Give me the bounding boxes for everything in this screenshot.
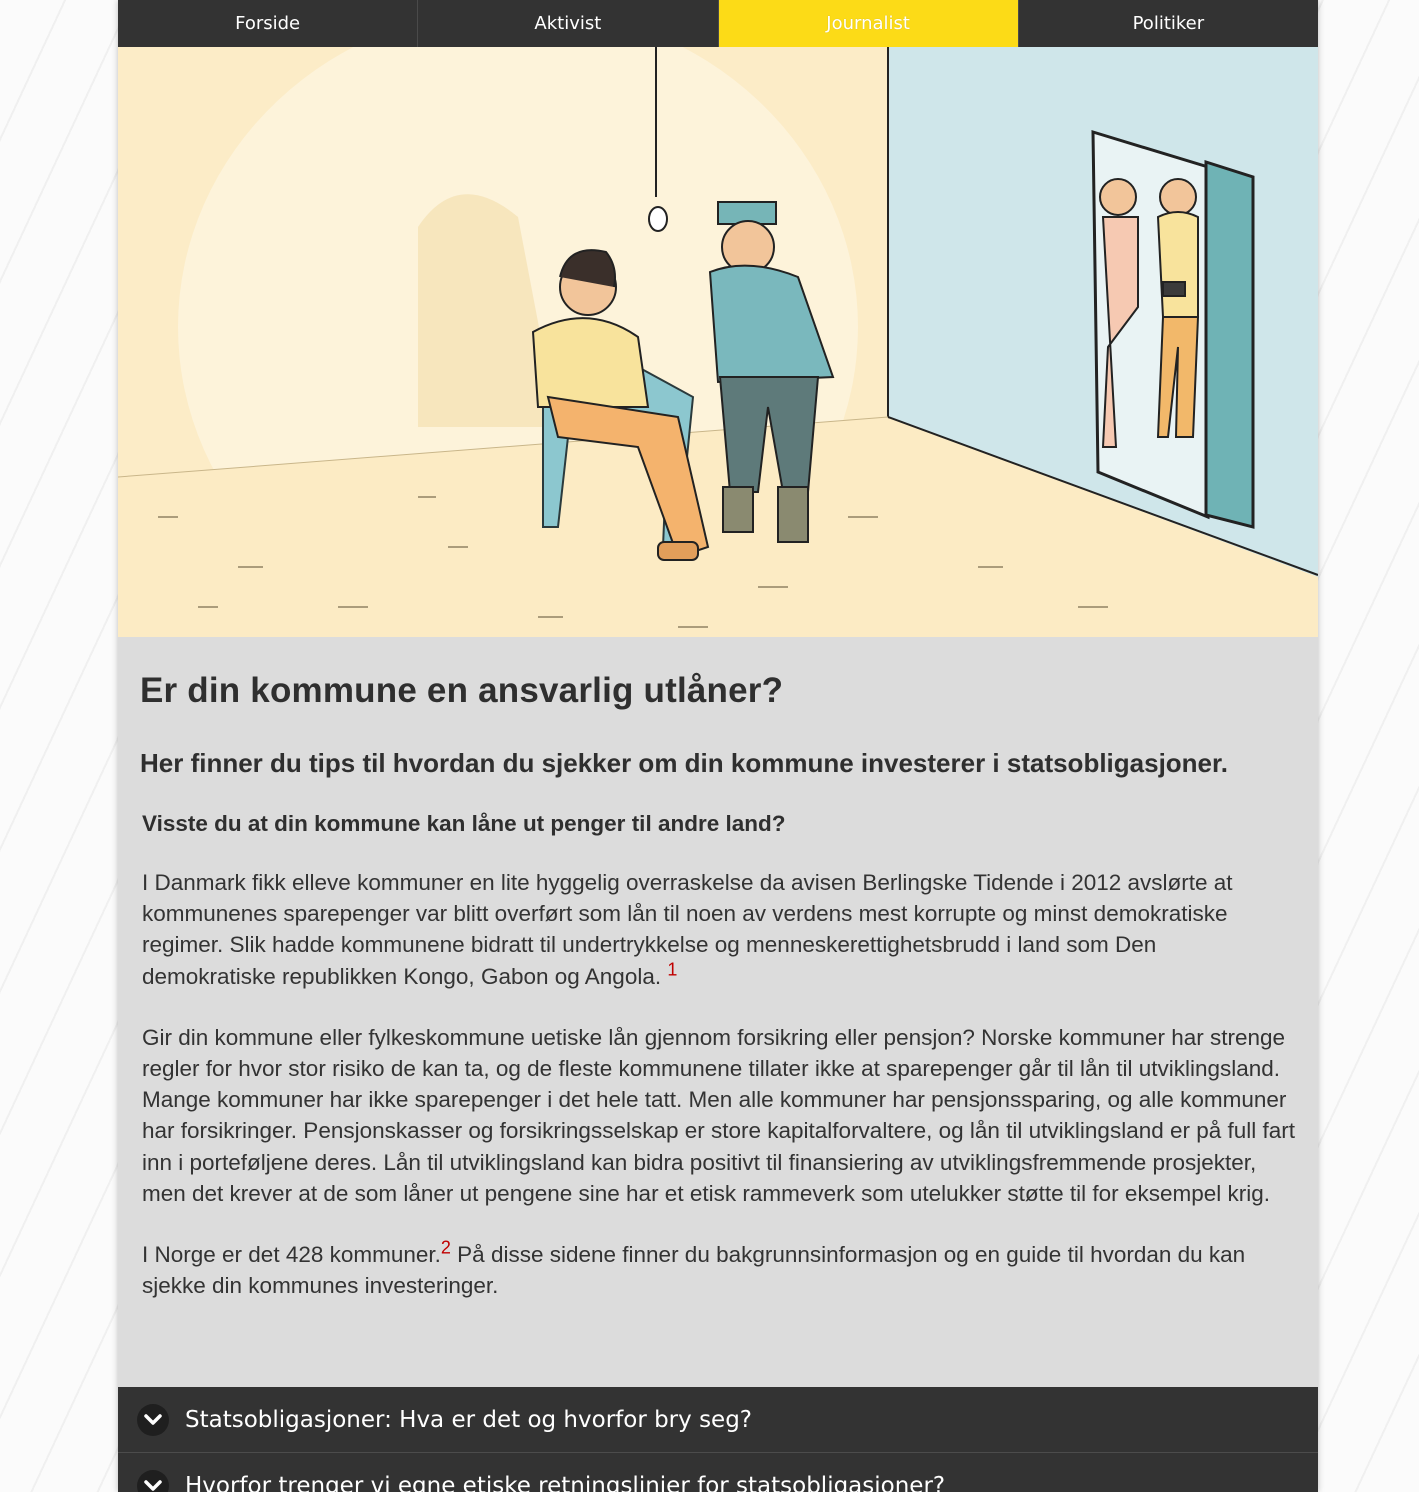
top-nav: Forside Aktivist Journalist Politiker xyxy=(118,0,1318,47)
chevron-down-icon xyxy=(137,1469,169,1492)
paragraph-3: I Norge er det 428 kommuner.2 På disse s… xyxy=(142,1239,1296,1301)
hero-illustration xyxy=(118,47,1318,637)
nav-tab-aktivist[interactable]: Aktivist xyxy=(418,0,719,47)
accordion-item-label: Hvorfor trenger vi egne etiske retningsl… xyxy=(185,1472,946,1492)
paragraph-2: Gir din kommune eller fylkeskommune ueti… xyxy=(142,1024,1296,1206)
page-title: Er din kommune en ansvarlig utlåner? xyxy=(140,671,784,710)
accordion-item-etiske-retningslinjer[interactable]: Hvorfor trenger vi egne etiske retningsl… xyxy=(118,1453,1318,1492)
nav-tab-journalist[interactable]: Journalist xyxy=(718,0,1019,47)
page-container: Forside Aktivist Journalist Politiker Er… xyxy=(118,0,1318,1492)
hero-illustration-svg xyxy=(118,47,1318,637)
paragraph-1-text: I Danmark fikk elleve kommuner en lite h… xyxy=(142,870,1233,989)
paragraph-3-text-a: I Norge er det 428 kommuner. xyxy=(142,1242,441,1268)
section-subheading: Visste du at din kommune kan låne ut pen… xyxy=(142,811,786,836)
footnote-link-1[interactable]: 1 xyxy=(667,959,677,979)
main-content: Er din kommune en ansvarlig utlåner? Her… xyxy=(118,637,1318,1301)
paragraph-1: I Danmark fikk elleve kommuner en lite h… xyxy=(142,867,1296,992)
footnote-link-2[interactable]: 2 xyxy=(441,1238,451,1258)
chevron-down-icon xyxy=(137,1403,169,1436)
accordion-item-statsobligasjoner[interactable]: Statsobligasjoner: Hva er det og hvorfor… xyxy=(118,1387,1318,1453)
lead-heading: Her finner du tips til hvordan du sjekke… xyxy=(140,748,1228,778)
nav-tab-politiker[interactable]: Politiker xyxy=(1019,0,1318,47)
accordion: Statsobligasjoner: Hva er det og hvorfor… xyxy=(118,1387,1318,1492)
nav-tab-forside[interactable]: Forside xyxy=(118,0,419,47)
accordion-item-label: Statsobligasjoner: Hva er det og hvorfor… xyxy=(185,1406,753,1433)
